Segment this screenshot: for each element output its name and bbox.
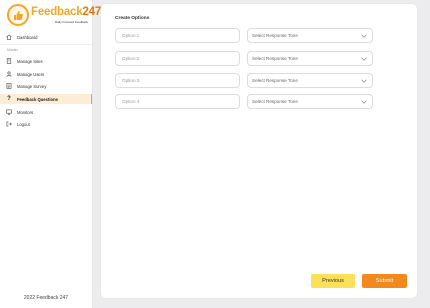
option-3-response-tone-select[interactable]: Select Response Tone [247,73,373,88]
sidebar-item-logout[interactable]: Logout [0,119,92,129]
sidebar-divider [0,44,92,45]
sidebar-item-manage-sites[interactable]: Manage Sites [0,56,92,66]
brand-logo[interactable]: Feedback247 Daily Focused Feedback [7,4,101,26]
option-1-input[interactable]: Option 1 [115,28,240,43]
sidebar-item-label: Manage Sites [17,58,43,64]
chevron-down-icon [361,34,367,38]
brand-name-main: Feedback [31,6,83,18]
sidebar-item-label: Manage Users [17,71,45,77]
sidebar-item-monitors[interactable]: Monitors [0,107,92,117]
logout-icon [6,121,12,127]
option-2-response-tone-select[interactable]: Select Response Tone [247,51,373,66]
user-icon [6,71,12,77]
copyright-text: 2022 Feedback 247 [23,295,69,301]
option-1-response-tone-select[interactable]: Select Response Tone [247,28,373,43]
brand-name: Feedback247 [31,6,101,18]
create-options-card: Create Options Option 1 Select Response … [101,4,417,298]
sidebar-item-label: Monitors [17,109,34,115]
select-value: Select Response Tone [252,33,298,38]
sidebar-item-feedback-questions[interactable]: ? Feedback Questions [0,94,92,104]
home-icon [6,34,12,40]
option-2-input[interactable]: Option 2 [115,51,240,66]
sidebar-item-label: Logout [17,121,30,127]
option-4-input[interactable]: Option 4 [115,94,240,109]
sidebar: Feedback247 Daily Focused Feedback Dashb… [0,0,101,308]
chevron-down-icon [361,79,367,83]
previous-button[interactable]: Previous [311,274,355,288]
page-title: Create Options [115,16,150,21]
building-icon [6,58,12,64]
sidebar-item-manage-survey[interactable]: Manage Survey [0,81,92,91]
submit-button[interactable]: Submit [362,274,407,288]
survey-icon [6,83,12,89]
sidebar-item-label: Manage Survey [17,83,47,89]
select-value: Select Response Tone [252,78,298,83]
sidebar-item-label: Feedback Questions [17,96,58,102]
monitor-icon [6,109,12,115]
sidebar-item-label: Dashboard [17,34,38,40]
brand-tagline: Daily Focused Feedback [55,20,89,24]
sidebar-item-manage-users[interactable]: Manage Users [0,69,92,79]
logo-emblem [7,4,29,26]
select-value: Select Response Tone [252,56,298,61]
option-4-response-tone-select[interactable]: Select Response Tone [247,94,373,109]
question-icon: ? [7,96,11,102]
chevron-down-icon [361,100,367,104]
sidebar-section-label: Master [7,48,18,52]
thumbs-up-icon [14,11,23,20]
brand-name-accent: 247 [82,6,102,18]
select-value: Select Response Tone [252,99,298,104]
sidebar-item-dashboard[interactable]: Dashboard [0,32,92,42]
chevron-down-icon [361,57,367,61]
option-3-input[interactable]: Option 3 [115,73,240,88]
